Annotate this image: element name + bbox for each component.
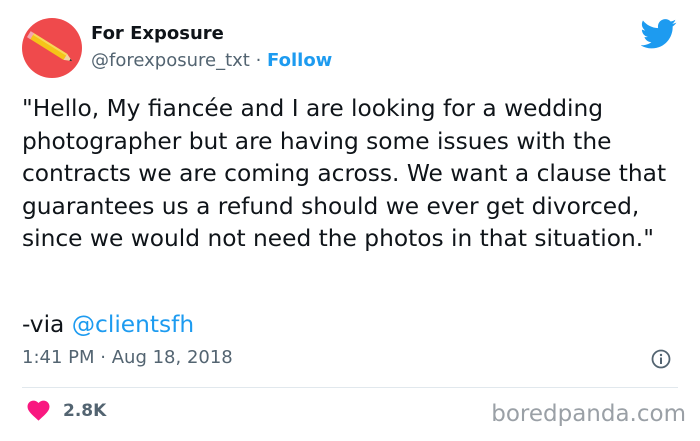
follow-button[interactable]: Follow: [267, 50, 332, 71]
handle-separator: ·: [255, 50, 262, 71]
like-count: 2.8K: [63, 400, 107, 421]
display-name[interactable]: For Exposure: [91, 23, 224, 44]
twitter-bird-icon[interactable]: [641, 19, 677, 49]
pencil-icon: [26, 31, 73, 62]
tweet-date: Aug 18, 2018: [111, 347, 233, 368]
watermark: boredpanda.com: [491, 401, 686, 427]
meta-separator: ·: [100, 347, 106, 368]
via-line: -via @clientsfh: [22, 311, 194, 338]
avatar[interactable]: [22, 18, 82, 78]
handle-row: @forexposure_txt · Follow: [91, 50, 332, 71]
heart-icon: [27, 400, 50, 421]
tweet-time: 1:41 PM: [22, 347, 95, 368]
via-prefix: -via: [22, 311, 65, 338]
tweet-text: "Hello, My fiancée and I are looking for…: [22, 95, 667, 252]
like-button[interactable]: 2.8K: [27, 400, 106, 421]
via-mention-link[interactable]: @clientsfh: [72, 311, 194, 338]
divider: [22, 387, 678, 388]
info-icon[interactable]: [651, 349, 671, 369]
handle[interactable]: @forexposure_txt: [91, 50, 250, 71]
tweet-timestamp[interactable]: 1:41 PM · Aug 18, 2018: [22, 347, 233, 368]
